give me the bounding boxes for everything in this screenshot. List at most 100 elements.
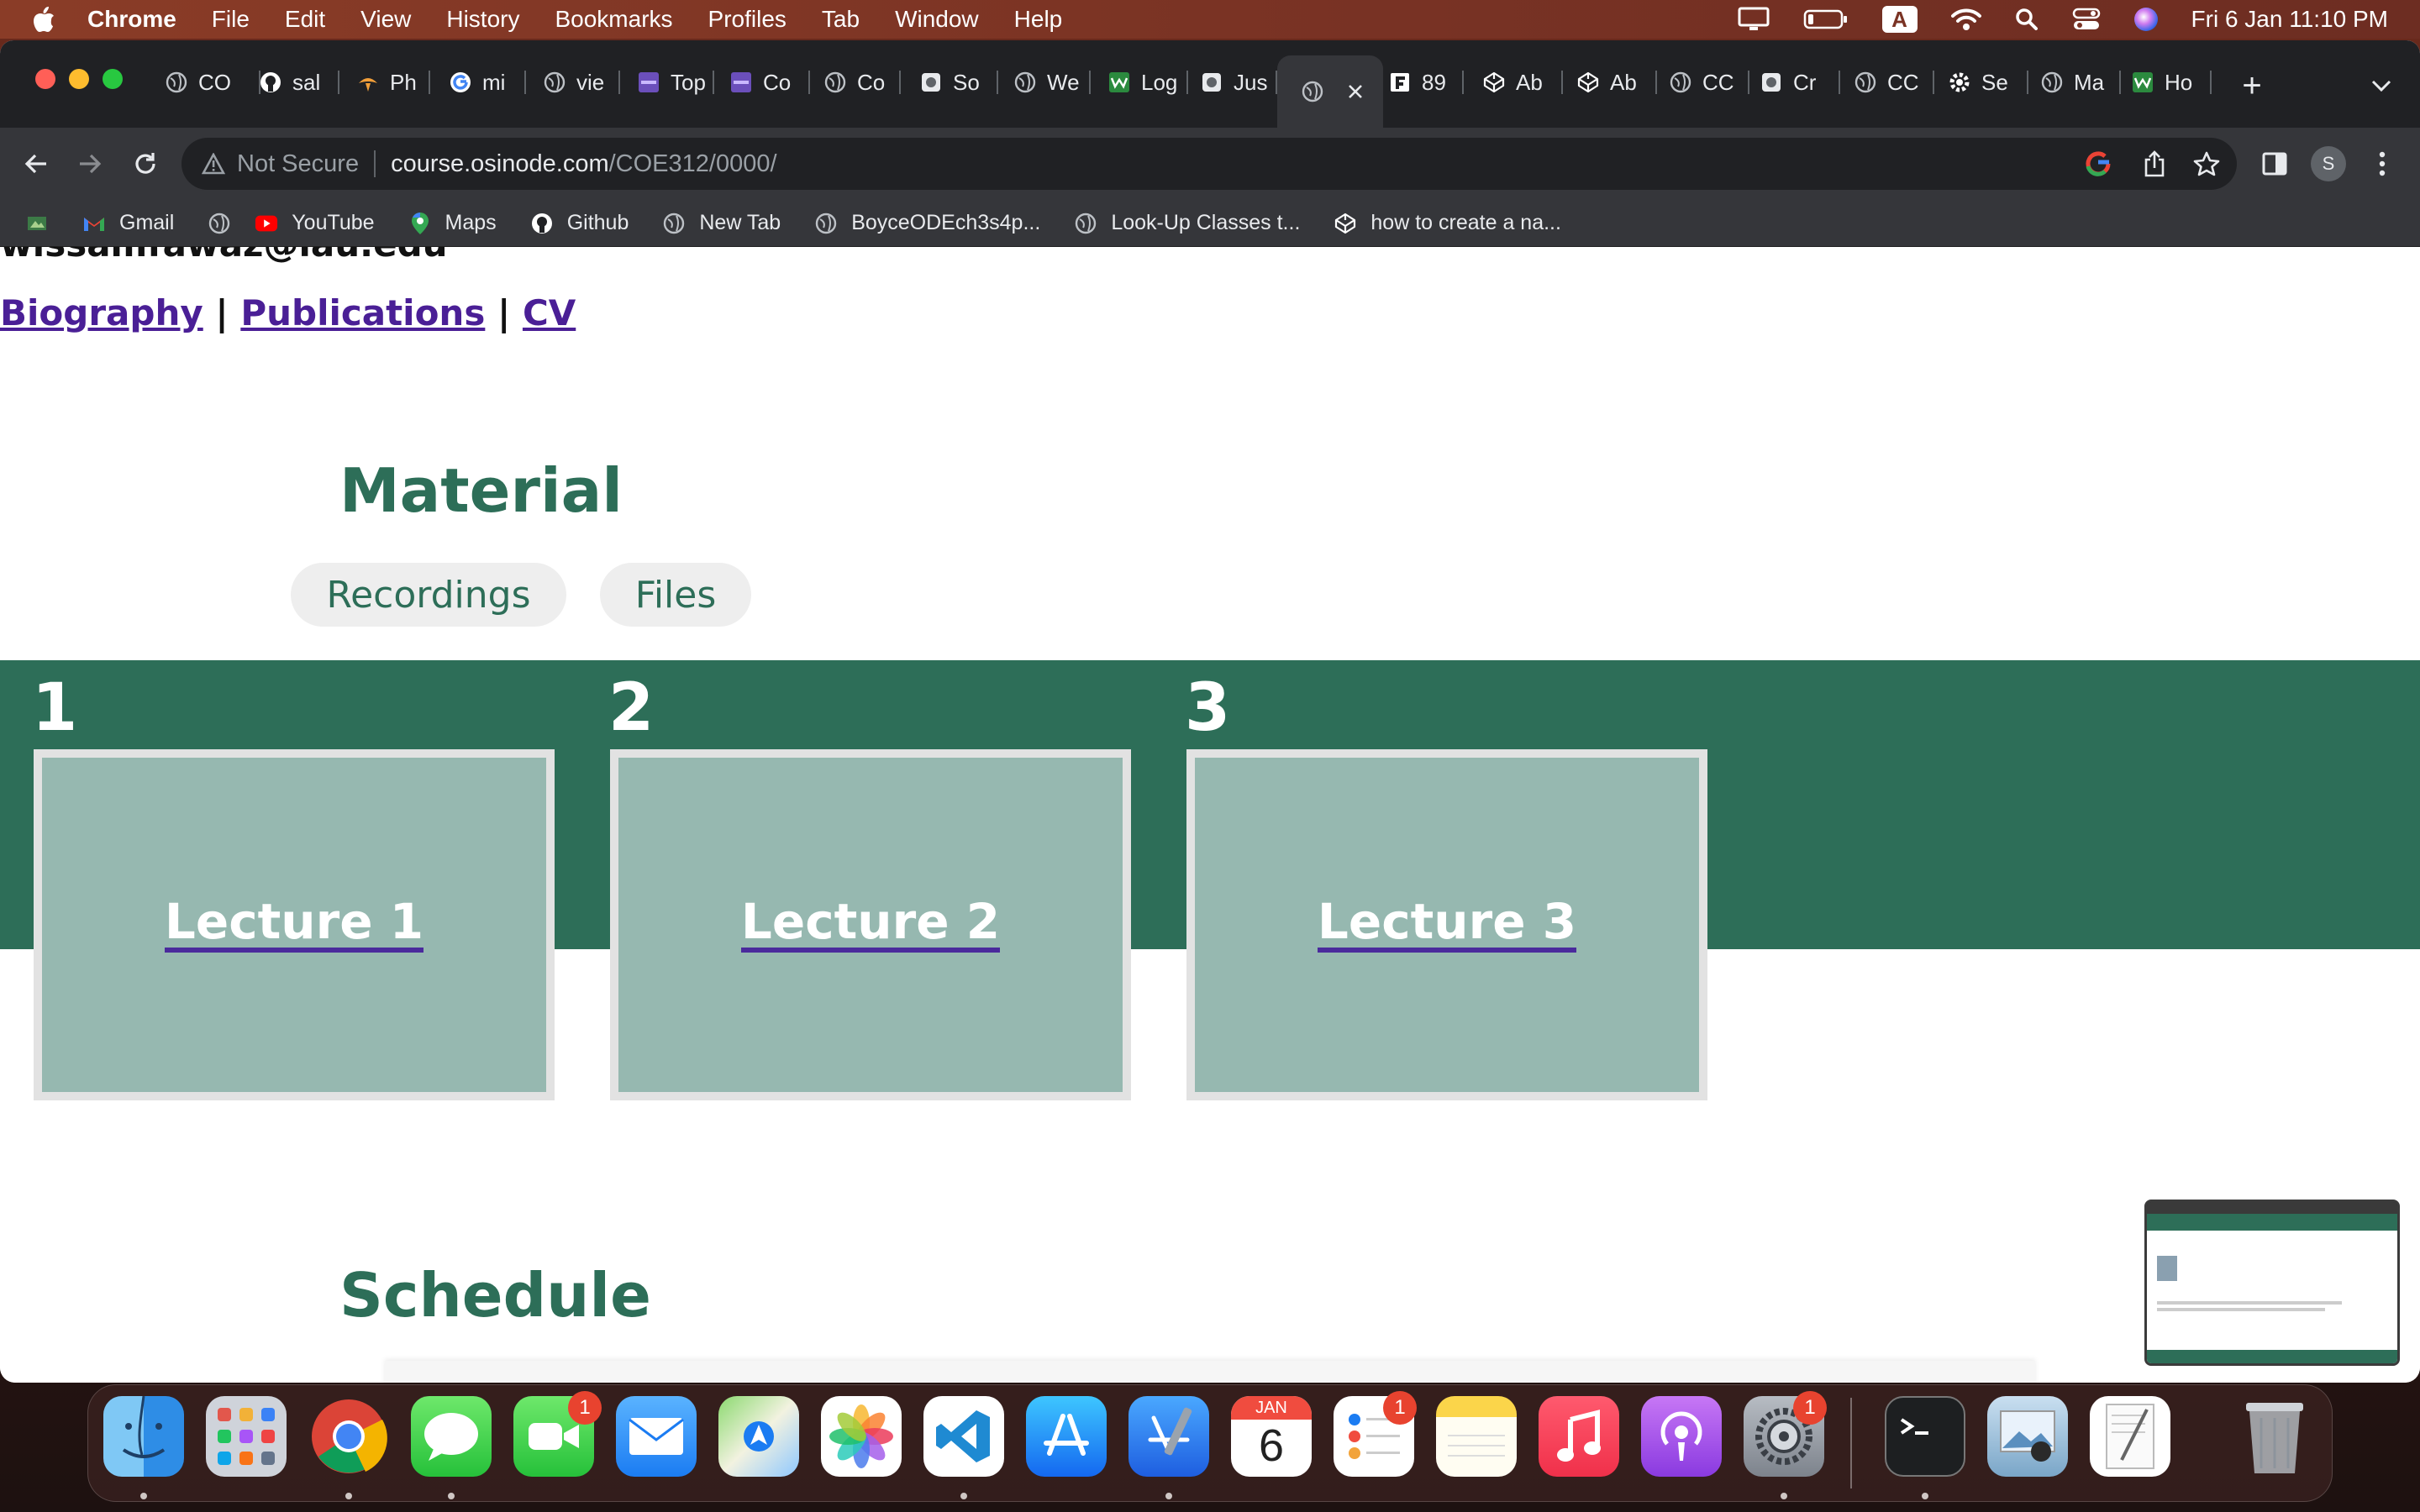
recordings-tab[interactable]: Recordings (291, 563, 566, 627)
tab[interactable]: We (1013, 67, 1091, 97)
tab[interactable]: mi (449, 67, 526, 97)
minimize-window-button[interactable] (69, 69, 89, 89)
finder-icon[interactable] (103, 1396, 184, 1477)
bookmark-item[interactable]: BoyceODEch3s4p... (814, 211, 1040, 235)
launchpad-icon[interactable] (206, 1396, 287, 1477)
photos-icon[interactable] (821, 1396, 902, 1477)
tab[interactable]: CC (1669, 67, 1749, 97)
input-source-icon[interactable]: A (1881, 6, 1918, 33)
chrome-icon[interactable] (308, 1396, 389, 1477)
bookmark-item[interactable]: YouTube (255, 211, 375, 235)
notes-icon[interactable] (1436, 1396, 1517, 1477)
menu-window[interactable]: Window (895, 6, 979, 33)
url-path[interactable]: /COE312/0000/ (609, 150, 777, 178)
xcode-icon[interactable] (1128, 1396, 1209, 1477)
bookmark-item[interactable]: Maps (408, 211, 497, 235)
tab[interactable]: vie (543, 67, 620, 97)
tab[interactable]: Ho (2131, 67, 2212, 97)
vscode-icon[interactable] (923, 1396, 1004, 1477)
publications-link[interactable]: Publications (240, 292, 485, 333)
close-window-button[interactable] (35, 69, 55, 89)
menu-help[interactable]: Help (1014, 6, 1063, 33)
tab[interactable]: Log (1107, 67, 1188, 97)
tab[interactable]: Co (823, 67, 901, 97)
apple-menu-icon[interactable] (32, 6, 57, 33)
biography-link[interactable]: Biography (0, 292, 203, 333)
tab[interactable]: Ma (2040, 67, 2121, 97)
forward-button[interactable] (71, 144, 109, 183)
tab[interactable]: Se (1948, 67, 2028, 97)
more-menu-icon[interactable] (2363, 144, 2402, 183)
address-bar[interactable]: Not Secure course.osinode.com/COE312/000… (182, 138, 2237, 190)
siri-icon[interactable] (2133, 8, 2158, 31)
trash-icon[interactable] (2234, 1396, 2315, 1477)
lecture-link[interactable]: Lecture 1 (164, 897, 424, 953)
lecture-card[interactable]: Lecture 2 (610, 749, 1131, 1100)
tab[interactable]: CC (1854, 67, 1934, 97)
bookmark-item[interactable]: Github (530, 211, 629, 235)
tab[interactable]: Cr (1760, 67, 1840, 97)
zoom-window-button[interactable] (103, 69, 123, 89)
bookmark-item[interactable]: Gmail (82, 211, 174, 235)
menu-view[interactable]: View (360, 6, 411, 33)
url-host[interactable]: course.osinode.com (391, 150, 609, 178)
menu-tab[interactable]: Tab (822, 6, 860, 33)
messages-icon[interactable] (411, 1396, 492, 1477)
lecture-link[interactable]: Lecture 3 (1317, 897, 1577, 953)
lecture-link[interactable]: Lecture 2 (740, 897, 1001, 953)
security-label[interactable]: Not Secure (237, 150, 359, 178)
maps-icon[interactable] (718, 1396, 799, 1477)
control-center-icon[interactable] (2072, 7, 2101, 32)
preview-icon[interactable] (1987, 1396, 2068, 1477)
menu-app-name[interactable]: Chrome (87, 6, 176, 33)
profile-avatar[interactable]: S (2309, 144, 2348, 183)
textedit-icon[interactable] (2090, 1396, 2170, 1477)
tab[interactable]: Jus (1200, 67, 1277, 97)
back-button[interactable] (17, 144, 55, 183)
bookmark-item[interactable] (208, 212, 231, 235)
lecture-card[interactable]: Lecture 1 (34, 749, 555, 1100)
tab[interactable]: Ab (1482, 67, 1563, 97)
tab[interactable]: sal (259, 67, 339, 97)
tab-active[interactable] (1277, 55, 1383, 128)
screenshot-thumbnail[interactable] (2144, 1200, 2400, 1366)
bookmark-item[interactable]: Look-Up Classes t... (1074, 211, 1300, 235)
podcasts-icon[interactable] (1641, 1396, 1722, 1477)
menu-history[interactable]: History (446, 6, 519, 33)
tab[interactable]: So (919, 67, 998, 97)
cv-link[interactable]: CV (523, 292, 576, 333)
spotlight-icon[interactable] (2015, 8, 2039, 31)
reload-button[interactable] (126, 144, 165, 183)
tab[interactable]: CO (165, 67, 260, 97)
wifi-icon[interactable] (1950, 8, 1981, 31)
warning-icon[interactable] (202, 153, 225, 175)
google-lens-icon[interactable] (2084, 150, 2112, 178)
apps-shortcut[interactable] (25, 212, 62, 235)
menu-bookmarks[interactable]: Bookmarks (555, 6, 672, 33)
bookmark-item[interactable]: New Tab (662, 211, 781, 235)
lecture-card[interactable]: Lecture 3 (1186, 749, 1707, 1100)
menu-edit[interactable]: Edit (285, 6, 325, 33)
app-store-icon[interactable] (1026, 1396, 1107, 1477)
calendar-icon[interactable]: JAN 6 (1231, 1396, 1312, 1477)
new-tab-button[interactable]: + (2235, 67, 2269, 104)
side-panel-icon[interactable] (2255, 144, 2294, 183)
music-icon[interactable] (1539, 1396, 1619, 1477)
tab-search-button[interactable] (2366, 71, 2396, 101)
battery-icon[interactable] (1803, 8, 1849, 30)
files-tab[interactable]: Files (600, 563, 751, 627)
bookmark-star-icon[interactable] (2193, 150, 2220, 177)
close-tab-icon[interactable] (1346, 82, 1365, 101)
tab[interactable]: Co (729, 67, 810, 97)
menu-file[interactable]: File (212, 6, 250, 33)
share-icon[interactable] (2143, 150, 2166, 177)
bookmark-item[interactable]: how to create a na... (1334, 211, 1561, 235)
terminal-icon[interactable] (1885, 1396, 1965, 1477)
mail-icon[interactable] (616, 1396, 697, 1477)
tab[interactable]: Ph (356, 67, 430, 97)
tab[interactable]: Ab (1576, 67, 1657, 97)
tab[interactable]: Top (637, 67, 714, 97)
display-icon[interactable] (1738, 7, 1770, 32)
menubar-clock[interactable]: Fri 6 Jan 11:10 PM (2191, 6, 2388, 33)
menu-profiles[interactable]: Profiles (708, 6, 786, 33)
